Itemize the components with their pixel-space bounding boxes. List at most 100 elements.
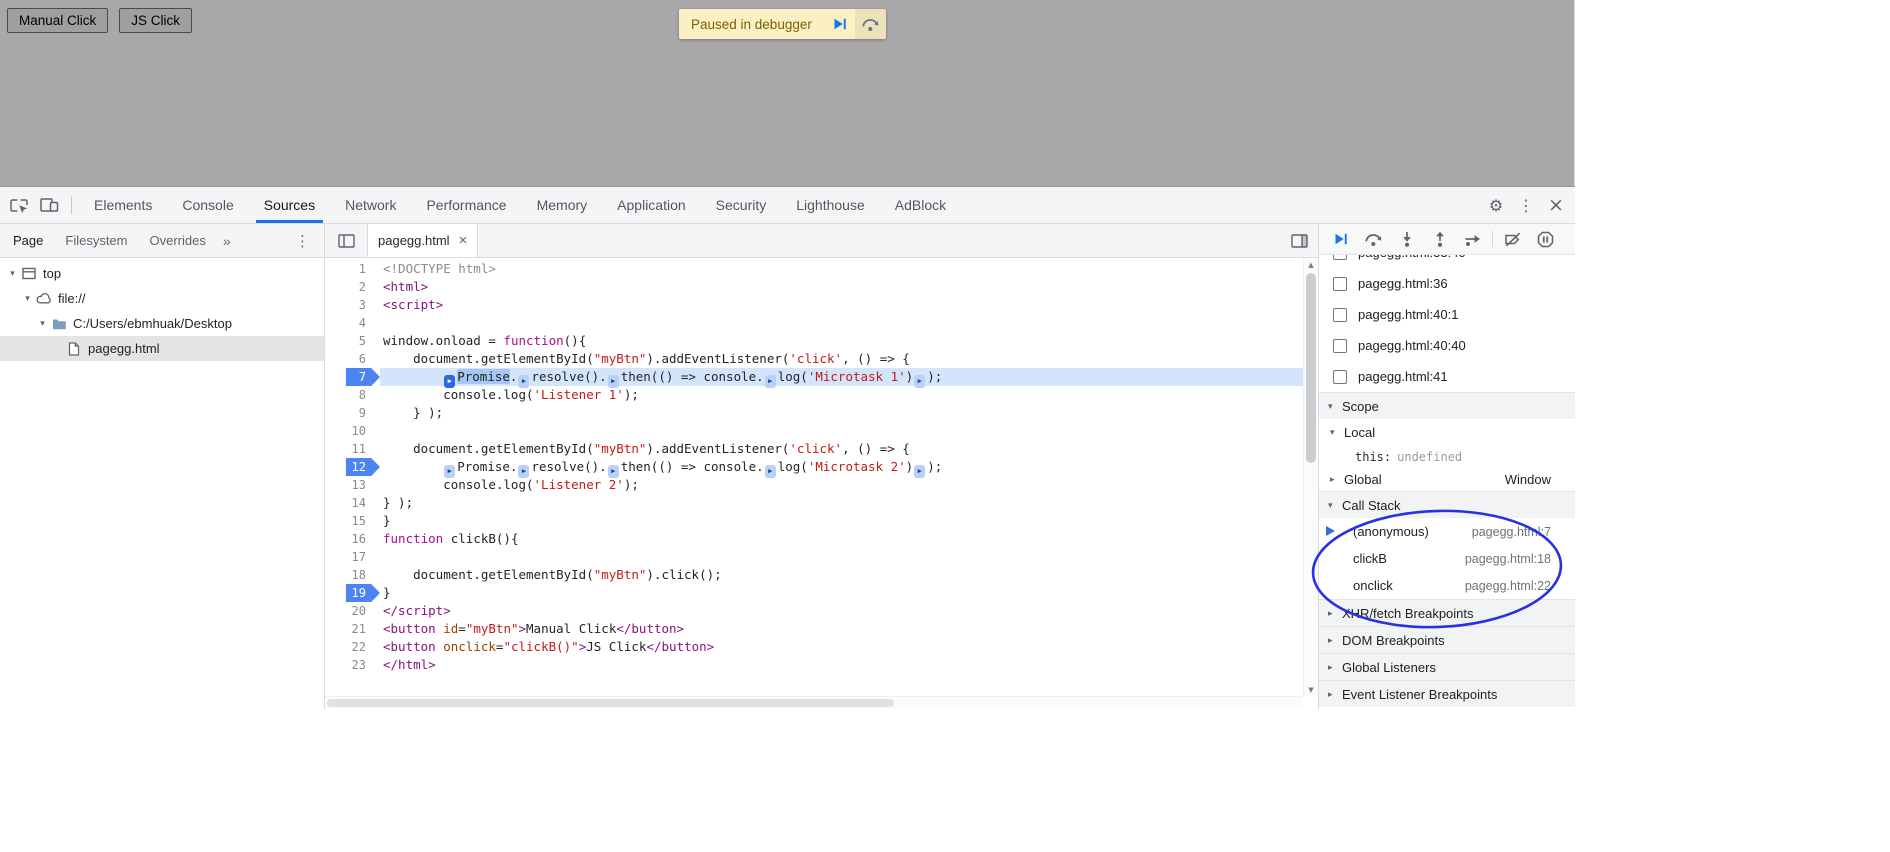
settings-gear-icon[interactable]: ⚙ [1481, 192, 1511, 218]
line-number-19[interactable]: 19 [325, 584, 380, 602]
breakpoint-checkbox[interactable] [1333, 255, 1347, 260]
line-number-8[interactable]: 8 [325, 386, 380, 404]
expander-icon[interactable]: ▾ [1330, 427, 1344, 438]
scope-global[interactable]: ▸GlobalWindow [1319, 467, 1575, 491]
tree-item-file[interactable]: ▾file:// [0, 286, 324, 311]
toggle-navigator-icon[interactable] [331, 228, 361, 254]
scroll-up-arrow-icon[interactable]: ▲ [1304, 258, 1318, 271]
tab-adblock[interactable]: AdBlock [880, 187, 961, 223]
line-number-13[interactable]: 13 [325, 476, 380, 494]
tree-item-top[interactable]: ▾top [0, 261, 324, 286]
device-toolbar-icon[interactable] [34, 192, 64, 218]
breakpoint-entry[interactable]: pagegg.html:41 [1319, 361, 1575, 392]
banner-step-over-icon[interactable] [855, 9, 886, 39]
navigator-menu-icon[interactable]: ⋮ [295, 232, 310, 250]
section-xhr-fetch-breakpoints[interactable]: ▸XHR/fetch Breakpoints [1319, 599, 1575, 626]
line-number-23[interactable]: 23 [325, 656, 380, 674]
breakpoint-entry[interactable]: pagegg.html:40:40 [1319, 330, 1575, 361]
tab-performance[interactable]: Performance [411, 187, 521, 223]
inspect-icon[interactable] [4, 192, 34, 218]
section-call-stack[interactable]: ▾Call Stack [1319, 491, 1575, 518]
toggle-debugger-sidebar-icon[interactable] [1284, 228, 1314, 254]
line-number-10[interactable]: 10 [325, 422, 380, 440]
line-number-4[interactable]: 4 [325, 314, 380, 332]
expander-icon[interactable]: ▸ [1328, 689, 1342, 700]
line-number-15[interactable]: 15 [325, 512, 380, 530]
tab-elements[interactable]: Elements [79, 187, 167, 223]
line-number-7[interactable]: 7 [325, 368, 380, 386]
step-into-icon[interactable] [1390, 226, 1423, 252]
tab-security[interactable]: Security [701, 187, 782, 223]
vertical-scrollbar-thumb[interactable] [1306, 273, 1316, 463]
more-tabs-chevron-icon[interactable]: » [217, 233, 237, 249]
resume-icon[interactable] [1324, 226, 1357, 252]
call-stack-frame-clickb[interactable]: clickBpagegg.html:18 [1319, 545, 1575, 572]
navigator-tab-page[interactable]: Page [2, 224, 54, 257]
tab-sources[interactable]: Sources [249, 187, 330, 223]
breakpoint-entry[interactable]: pagegg.html:40:1 [1319, 299, 1575, 330]
line-number-12[interactable]: 12 [325, 458, 380, 476]
horizontal-scrollbar-thumb[interactable] [327, 699, 894, 707]
js-click-button[interactable]: JS Click [119, 8, 192, 33]
line-number-11[interactable]: 11 [325, 440, 380, 458]
line-number-20[interactable]: 20 [325, 602, 380, 620]
tree-item-c-users-ebmhuak-desktop[interactable]: ▾C:/Users/ebmhuak/Desktop [0, 311, 324, 336]
expander-icon[interactable]: ▾ [6, 268, 19, 279]
manual-click-button[interactable]: Manual Click [7, 8, 108, 33]
call-stack-frame-anonymous[interactable]: (anonymous)pagegg.html:7 [1319, 518, 1575, 545]
editor-vertical-scrollbar[interactable]: ▲ ▼ [1303, 258, 1318, 696]
line-number-9[interactable]: 9 [325, 404, 380, 422]
file-tab-pagegg-html[interactable]: pagegg.html × [367, 224, 478, 257]
step-out-icon[interactable] [1423, 226, 1456, 252]
breakpoint-checkbox[interactable] [1333, 339, 1347, 353]
banner-resume-icon[interactable] [824, 9, 855, 39]
breakpoint-entry[interactable]: pagegg.html:36 [1319, 268, 1575, 299]
tab-memory[interactable]: Memory [522, 187, 603, 223]
close-devtools-icon[interactable]: × [1541, 192, 1571, 218]
tree-item-pagegg-html[interactable]: pagegg.html [0, 336, 324, 361]
line-number-17[interactable]: 17 [325, 548, 380, 566]
line-number-5[interactable]: 5 [325, 332, 380, 350]
editor-horizontal-scrollbar[interactable] [325, 696, 1303, 709]
scope-local[interactable]: ▾Local [1319, 419, 1575, 446]
section-dom-breakpoints[interactable]: ▸DOM Breakpoints [1319, 626, 1575, 653]
line-number-14[interactable]: 14 [325, 494, 380, 512]
expander-icon[interactable]: ▾ [36, 318, 49, 329]
expander-icon[interactable]: ▸ [1330, 474, 1344, 485]
call-stack-frame-onclick[interactable]: onclickpagegg.html:22 [1319, 572, 1575, 599]
line-number-2[interactable]: 2 [325, 278, 380, 296]
expander-icon[interactable]: ▸ [1328, 662, 1342, 673]
step-over-icon[interactable] [1357, 226, 1390, 252]
pause-on-exceptions-icon[interactable] [1529, 226, 1562, 252]
tab-application[interactable]: Application [602, 187, 701, 223]
expander-icon[interactable]: ▾ [1328, 401, 1342, 412]
line-number-1[interactable]: 1 [325, 260, 380, 278]
breakpoint-checkbox[interactable] [1333, 308, 1347, 322]
line-number-21[interactable]: 21 [325, 620, 380, 638]
navigator-tab-filesystem[interactable]: Filesystem [54, 224, 138, 257]
line-number-3[interactable]: 3 [325, 296, 380, 314]
expander-icon[interactable]: ▸ [1328, 608, 1342, 619]
more-menu-icon[interactable]: ⋮ [1511, 192, 1541, 218]
expander-icon[interactable]: ▾ [1328, 500, 1342, 511]
tab-console[interactable]: Console [167, 187, 248, 223]
tab-lighthouse[interactable]: Lighthouse [781, 187, 880, 223]
line-number-16[interactable]: 16 [325, 530, 380, 548]
expander-icon[interactable]: ▸ [1328, 635, 1342, 646]
step-icon[interactable] [1456, 226, 1489, 252]
line-number-6[interactable]: 6 [325, 350, 380, 368]
breakpoint-entry[interactable]: pagegg.html:33:40 [1319, 255, 1575, 268]
tab-network[interactable]: Network [330, 187, 411, 223]
section-scope[interactable]: ▾Scope [1319, 392, 1575, 419]
line-number-22[interactable]: 22 [325, 638, 380, 656]
section-event-listener-breakpoints[interactable]: ▸Event Listener Breakpoints [1319, 680, 1575, 707]
scroll-down-arrow-icon[interactable]: ▼ [1304, 683, 1318, 696]
tab-close-icon[interactable]: × [459, 232, 468, 249]
breakpoint-checkbox[interactable] [1333, 277, 1347, 291]
navigator-tab-overrides[interactable]: Overrides [139, 224, 217, 257]
expander-icon[interactable]: ▾ [21, 293, 34, 304]
section-global-listeners[interactable]: ▸Global Listeners [1319, 653, 1575, 680]
breakpoint-checkbox[interactable] [1333, 370, 1347, 384]
deactivate-breakpoints-icon[interactable] [1496, 226, 1529, 252]
line-number-18[interactable]: 18 [325, 566, 380, 584]
